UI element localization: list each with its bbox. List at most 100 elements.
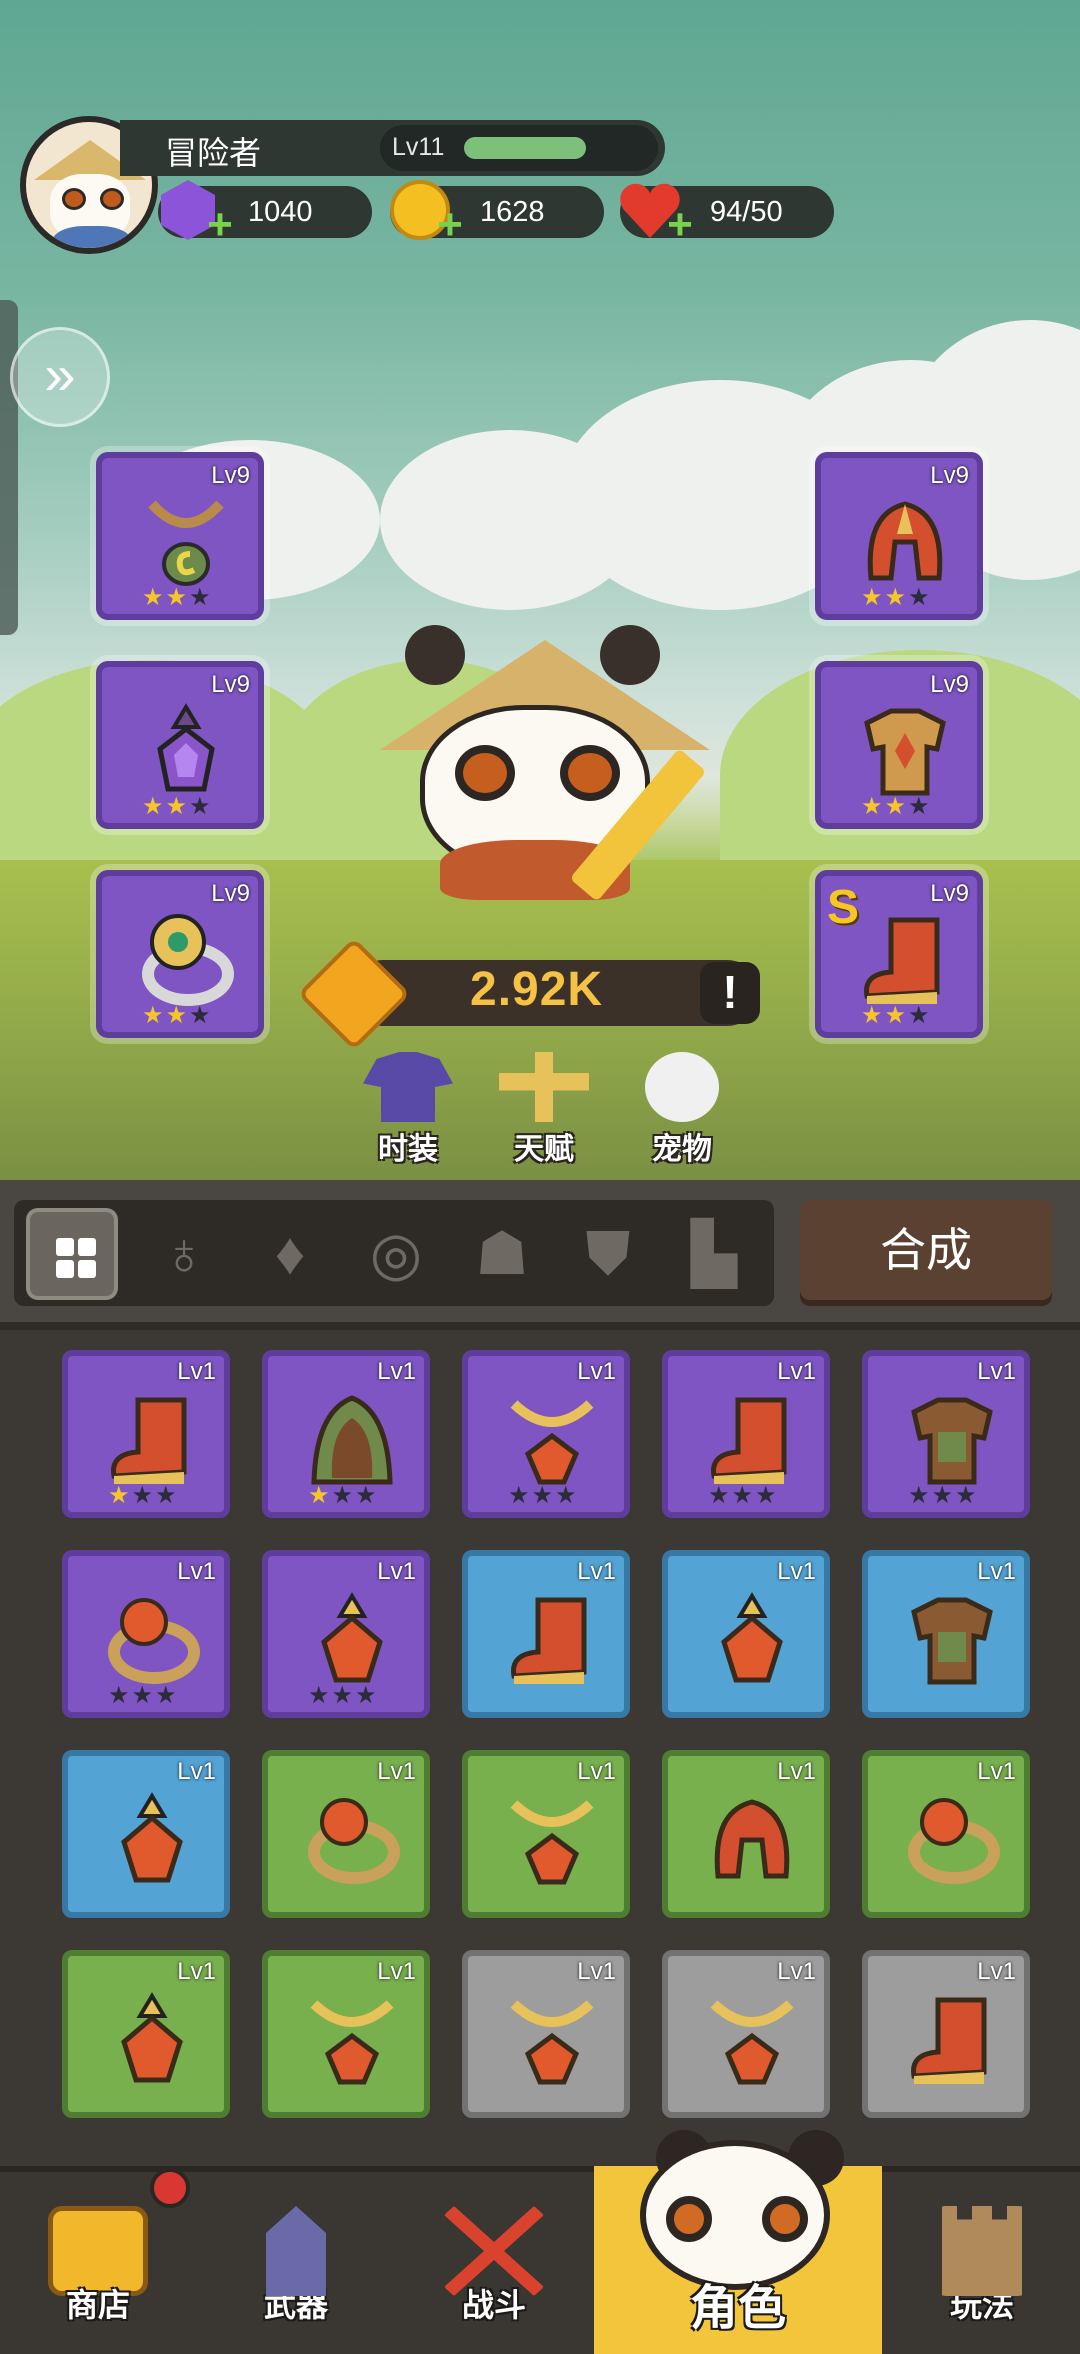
nav-battle[interactable]: 战斗 — [396, 2166, 592, 2354]
pet-label: 宠物 — [652, 1133, 712, 1166]
inventory-item[interactable]: Lv1 ★ ★ ★ — [662, 1350, 830, 1518]
inventory-item[interactable]: Lv1 — [662, 1750, 830, 1918]
combat-power-value: 2.92K — [470, 963, 604, 1016]
inventory-item[interactable]: Lv1 — [262, 1750, 430, 1918]
star-rating: ★ ★ ★ — [861, 1002, 930, 1029]
boots-icon — [104, 1392, 200, 1488]
item-level: Lv1 — [777, 1358, 816, 1385]
inventory-item[interactable]: Lv1 — [462, 1550, 630, 1718]
helmet-icon — [857, 494, 953, 590]
talent-cross-icon — [499, 1052, 589, 1122]
boots-icon — [904, 1992, 1000, 2088]
item-level: Lv9 — [930, 671, 969, 698]
equip-slot-helmet[interactable]: Lv9 ★ ★ ★ — [815, 452, 983, 620]
necklace-icon: ♁ — [161, 1220, 207, 1287]
equip-slot-armor[interactable]: Lv9 ★ ★ ★ — [815, 661, 983, 829]
cloak-icon — [304, 1392, 400, 1488]
gem-count: 1040 — [248, 196, 313, 228]
item-level: Lv1 — [577, 1358, 616, 1385]
necklace-icon — [304, 1992, 400, 2088]
pet-button[interactable]: 宠物 — [622, 1052, 742, 1168]
item-level: Lv1 — [577, 1758, 616, 1785]
inventory-item[interactable]: Lv1 — [62, 1750, 230, 1918]
craft-button[interactable]: 合成 — [800, 1200, 1052, 1300]
item-level: Lv9 — [930, 462, 969, 489]
item-level: Lv1 — [977, 1958, 1016, 1985]
item-level: Lv1 — [577, 1558, 616, 1585]
shirt-icon — [363, 1052, 453, 1122]
equip-slot-amulet[interactable]: Lv9 ★ ★ ★ — [96, 661, 264, 829]
inventory-item[interactable]: Lv1 — [262, 1950, 430, 2118]
coin-count: 1628 — [480, 196, 545, 228]
equip-slot-necklace[interactable]: Lv9 ★ ★ ★ — [96, 452, 264, 620]
add-gems-button[interactable]: + — [202, 203, 238, 247]
grid-icon — [56, 1238, 96, 1278]
power-info-button[interactable]: ! — [700, 962, 760, 1024]
item-level: Lv1 — [177, 1358, 216, 1385]
inventory-item[interactable]: Lv1 — [462, 1950, 630, 2118]
equip-slot-ring[interactable]: Lv9 ★ ★ ★ — [96, 870, 264, 1038]
boots-icon — [704, 1392, 800, 1488]
filter-ring[interactable]: ◎ — [350, 1208, 442, 1300]
ring-icon — [138, 912, 234, 1008]
inventory-item[interactable]: Lv1 — [62, 1950, 230, 2118]
inventory-item[interactable]: Lv1 ★ ★ ★ — [62, 1550, 230, 1718]
amulet-icon — [704, 1592, 800, 1688]
filter-amulet[interactable]: ♦ — [244, 1208, 336, 1300]
inventory-item[interactable]: Lv1 — [662, 1950, 830, 2118]
boots-icon — [504, 1592, 600, 1688]
paw-icon — [645, 1052, 719, 1122]
star-rating: ★ ★ ★ — [708, 1482, 777, 1509]
item-level: Lv1 — [777, 1958, 816, 1985]
equip-slot-boots[interactable]: S Lv9 ★ ★ ★ — [815, 870, 983, 1038]
item-level: Lv9 — [211, 671, 250, 698]
inventory-item[interactable]: Lv1 ★ ★ ★ — [462, 1350, 630, 1518]
star-rating: ★ ★ ★ — [108, 1682, 177, 1709]
helmet-icon: ☗ — [475, 1220, 529, 1287]
nav-label-active: 角色 — [689, 2282, 786, 2335]
nav-label: 战斗 — [461, 2287, 526, 2323]
star-rating: ★ ★ ★ — [108, 1482, 177, 1509]
item-level: Lv1 — [977, 1758, 1016, 1785]
ring-icon — [104, 1592, 200, 1688]
inventory-item[interactable]: Lv1 ★ ★ ★ — [862, 1350, 1030, 1518]
star-rating: ★ ★ ★ — [142, 584, 211, 611]
inventory-item[interactable]: Lv1 — [462, 1750, 630, 1918]
add-stamina-button[interactable]: + — [662, 203, 698, 247]
nav-label: 商店 — [65, 2287, 130, 2323]
nav-gameplay[interactable]: 玩法 — [884, 2166, 1080, 2354]
costume-button[interactable]: 时装 — [348, 1052, 468, 1168]
side-drawer-tab[interactable] — [0, 300, 18, 635]
filter-helmet[interactable]: ☗ — [456, 1208, 548, 1300]
necklace-icon — [704, 1992, 800, 2088]
star-rating: ★ ★ ★ — [508, 1482, 577, 1509]
inventory-item[interactable]: Lv1 — [862, 1950, 1030, 2118]
item-level: Lv1 — [377, 1958, 416, 1985]
item-level: Lv1 — [177, 1958, 216, 1985]
filter-all[interactable] — [26, 1208, 118, 1300]
item-level: Lv9 — [930, 880, 969, 907]
ring-icon: ◎ — [369, 1220, 423, 1287]
inventory-item[interactable]: Lv1 ★ ★ ★ — [62, 1350, 230, 1518]
inventory-item[interactable]: Lv1 — [662, 1550, 830, 1718]
filter-necklace[interactable]: ♁ — [138, 1208, 230, 1300]
filter-armor[interactable]: ⛊ — [562, 1208, 654, 1300]
inventory-item[interactable]: Lv1 — [862, 1750, 1030, 1918]
xp-progress-bar — [464, 137, 586, 159]
inventory-item[interactable]: Lv1 — [862, 1550, 1030, 1718]
nav-weapons[interactable]: 武器 — [198, 2166, 394, 2354]
talent-button[interactable]: 天赋 — [484, 1052, 604, 1168]
inventory-item[interactable]: Lv1 ★ ★ ★ — [262, 1550, 430, 1718]
star-rating: ★ ★ ★ — [308, 1482, 377, 1509]
item-level: Lv1 — [977, 1558, 1016, 1585]
item-level: Lv1 — [177, 1558, 216, 1585]
divider — [0, 1322, 1080, 1330]
ring-icon — [304, 1792, 400, 1888]
add-coins-button[interactable]: + — [432, 203, 468, 247]
filter-boots[interactable]: ▙ — [668, 1208, 760, 1300]
expand-arrows-icon[interactable]: » — [10, 327, 110, 427]
item-level: Lv9 — [211, 462, 250, 489]
necklace-icon — [138, 494, 234, 590]
inventory-item[interactable]: Lv1 ★ ★ ★ — [262, 1350, 430, 1518]
star-rating: ★ ★ ★ — [861, 584, 930, 611]
